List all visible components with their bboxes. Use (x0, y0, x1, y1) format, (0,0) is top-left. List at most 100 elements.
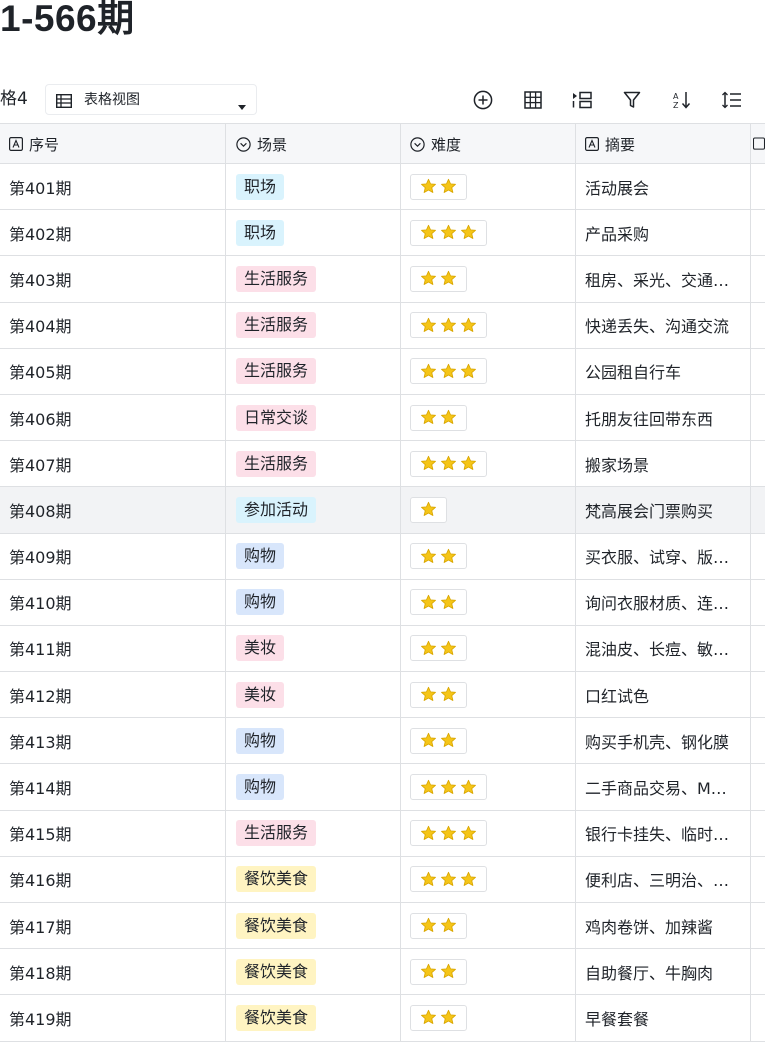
cell-scene[interactable]: 购物 (226, 533, 401, 579)
cell-difficulty[interactable] (401, 579, 576, 625)
cell-summary[interactable]: 便利店、三明治、… (576, 856, 751, 902)
cell-no[interactable]: 第402期 (0, 210, 226, 256)
table-row[interactable]: 第411期 美妆 混油皮、长痘、敏… (0, 625, 765, 673)
cell-next[interactable] (751, 718, 765, 763)
table-row[interactable]: 第414期 购物 二手商品交易、M… (0, 764, 765, 811)
table-row[interactable]: 第416期 餐饮美食 便利店、三明治、… (0, 856, 765, 903)
cell-next[interactable] (751, 949, 765, 994)
column-header-difficulty[interactable]: 难度 (401, 124, 576, 164)
cell-no[interactable]: 第401期 (0, 164, 226, 210)
cell-no[interactable]: 第409期 (0, 533, 226, 579)
cell-summary[interactable]: 银行卡挂失、临时… (576, 810, 751, 856)
table-row[interactable]: 第419期 餐饮美食 早餐套餐 (0, 995, 765, 1042)
cell-difficulty[interactable] (401, 256, 576, 302)
cell-no[interactable]: 第419期 (0, 995, 226, 1041)
cell-scene[interactable]: 生活服务 (226, 256, 401, 302)
cell-difficulty[interactable] (401, 302, 576, 348)
cell-no[interactable]: 第415期 (0, 810, 226, 856)
column-header-next[interactable] (751, 124, 765, 164)
cell-scene[interactable]: 日常交谈 (226, 394, 401, 441)
cell-no[interactable]: 第406期 (0, 394, 226, 441)
cell-scene[interactable]: 餐饮美食 (226, 856, 401, 902)
cell-scene[interactable]: 美妆 (226, 625, 401, 672)
cell-summary[interactable]: 公园租自行车 (576, 348, 751, 394)
cell-difficulty[interactable] (401, 810, 576, 856)
cell-difficulty[interactable] (401, 718, 576, 764)
cell-next[interactable] (751, 487, 765, 532)
cell-difficulty[interactable] (401, 625, 576, 672)
table-row[interactable]: 第413期 购物 购买手机壳、钢化膜 (0, 718, 765, 765)
cell-scene[interactable]: 参加活动 (226, 487, 401, 533)
cell-difficulty[interactable] (401, 533, 576, 579)
column-header-no[interactable]: 序号 (0, 124, 226, 164)
cell-difficulty[interactable] (401, 210, 576, 256)
cell-difficulty[interactable] (401, 441, 576, 487)
cell-no[interactable]: 第405期 (0, 348, 226, 394)
cell-difficulty[interactable] (401, 764, 576, 810)
table-row[interactable]: 第402期 职场 产品采购 (0, 210, 765, 257)
row-height-icon[interactable] (720, 88, 744, 112)
cell-summary[interactable]: 梵高展会门票购买 (576, 487, 751, 533)
cell-scene[interactable]: 购物 (226, 718, 401, 764)
add-record-icon[interactable] (471, 88, 495, 112)
view-type-select[interactable]: 表格视图 (45, 84, 257, 115)
cell-next[interactable] (751, 303, 765, 348)
cell-next[interactable] (751, 580, 765, 625)
cell-no[interactable]: 第408期 (0, 487, 226, 533)
table-row[interactable]: 第404期 生活服务 快递丢失、沟通交流 (0, 302, 765, 349)
cell-scene[interactable]: 职场 (226, 210, 401, 256)
cell-summary[interactable]: 购买手机壳、钢化膜 (576, 718, 751, 764)
table-row[interactable]: 第412期 美妆 口红试色 (0, 672, 765, 719)
cell-summary[interactable]: 托朋友往回带东西 (576, 394, 751, 441)
cell-scene[interactable]: 生活服务 (226, 810, 401, 856)
cell-summary[interactable]: 早餐套餐 (576, 995, 751, 1041)
cell-next[interactable] (751, 256, 765, 301)
cell-difficulty[interactable] (401, 995, 576, 1041)
cell-scene[interactable]: 购物 (226, 579, 401, 625)
cell-difficulty[interactable] (401, 903, 576, 949)
cell-summary[interactable]: 自助餐厅、牛胸肉 (576, 949, 751, 995)
cell-summary[interactable]: 二手商品交易、M… (576, 764, 751, 810)
cell-summary[interactable]: 口红试色 (576, 672, 751, 718)
cell-scene[interactable]: 餐饮美食 (226, 903, 401, 949)
cell-summary[interactable]: 活动展会 (576, 164, 751, 210)
table-row[interactable]: 第410期 购物 询问衣服材质、连… (0, 579, 765, 626)
cell-no[interactable]: 第416期 (0, 856, 226, 902)
cell-summary[interactable]: 混油皮、长痘、敏… (576, 625, 751, 672)
grid-layout-icon[interactable] (521, 88, 545, 112)
view-name[interactable]: 格4 (0, 87, 28, 111)
cell-summary[interactable]: 鸡肉卷饼、加辣酱 (576, 903, 751, 949)
cell-summary[interactable]: 买衣服、试穿、版… (576, 533, 751, 579)
cell-no[interactable]: 第403期 (0, 256, 226, 302)
cell-summary[interactable]: 搬家场景 (576, 441, 751, 487)
cell-no[interactable]: 第413期 (0, 718, 226, 764)
cell-difficulty[interactable] (401, 394, 576, 441)
cell-no[interactable]: 第418期 (0, 949, 226, 995)
cell-next[interactable] (751, 995, 765, 1040)
cell-next[interactable] (751, 534, 765, 579)
cell-difficulty[interactable] (401, 348, 576, 394)
cell-no[interactable]: 第414期 (0, 764, 226, 810)
cell-scene[interactable]: 生活服务 (226, 348, 401, 394)
table-row[interactable]: 第418期 餐饮美食 自助餐厅、牛胸肉 (0, 949, 765, 996)
cell-difficulty[interactable] (401, 856, 576, 902)
cell-next[interactable] (751, 441, 765, 486)
cell-next[interactable] (751, 164, 765, 209)
filter-icon[interactable] (620, 88, 644, 112)
cell-summary[interactable]: 租房、采光、交通… (576, 256, 751, 302)
cell-difficulty[interactable] (401, 949, 576, 995)
cell-scene[interactable]: 购物 (226, 764, 401, 810)
cell-scene[interactable]: 餐饮美食 (226, 949, 401, 995)
table-row[interactable]: 第403期 生活服务 租房、采光、交通… (0, 256, 765, 303)
table-row[interactable]: 第405期 生活服务 公园租自行车 (0, 348, 765, 395)
cell-difficulty[interactable] (401, 164, 576, 210)
group-icon[interactable] (570, 88, 594, 112)
cell-no[interactable]: 第412期 (0, 672, 226, 718)
table-row[interactable]: 第406期 日常交谈 托朋友往回带东西 (0, 394, 765, 442)
table-row[interactable]: 第407期 生活服务 搬家场景 (0, 441, 765, 488)
table-row[interactable]: 第401期 职场 活动展会 (0, 164, 765, 211)
cell-no[interactable]: 第404期 (0, 302, 226, 348)
cell-next[interactable] (751, 395, 765, 440)
cell-difficulty[interactable] (401, 672, 576, 718)
table-row[interactable]: 第409期 购物 买衣服、试穿、版… (0, 533, 765, 580)
